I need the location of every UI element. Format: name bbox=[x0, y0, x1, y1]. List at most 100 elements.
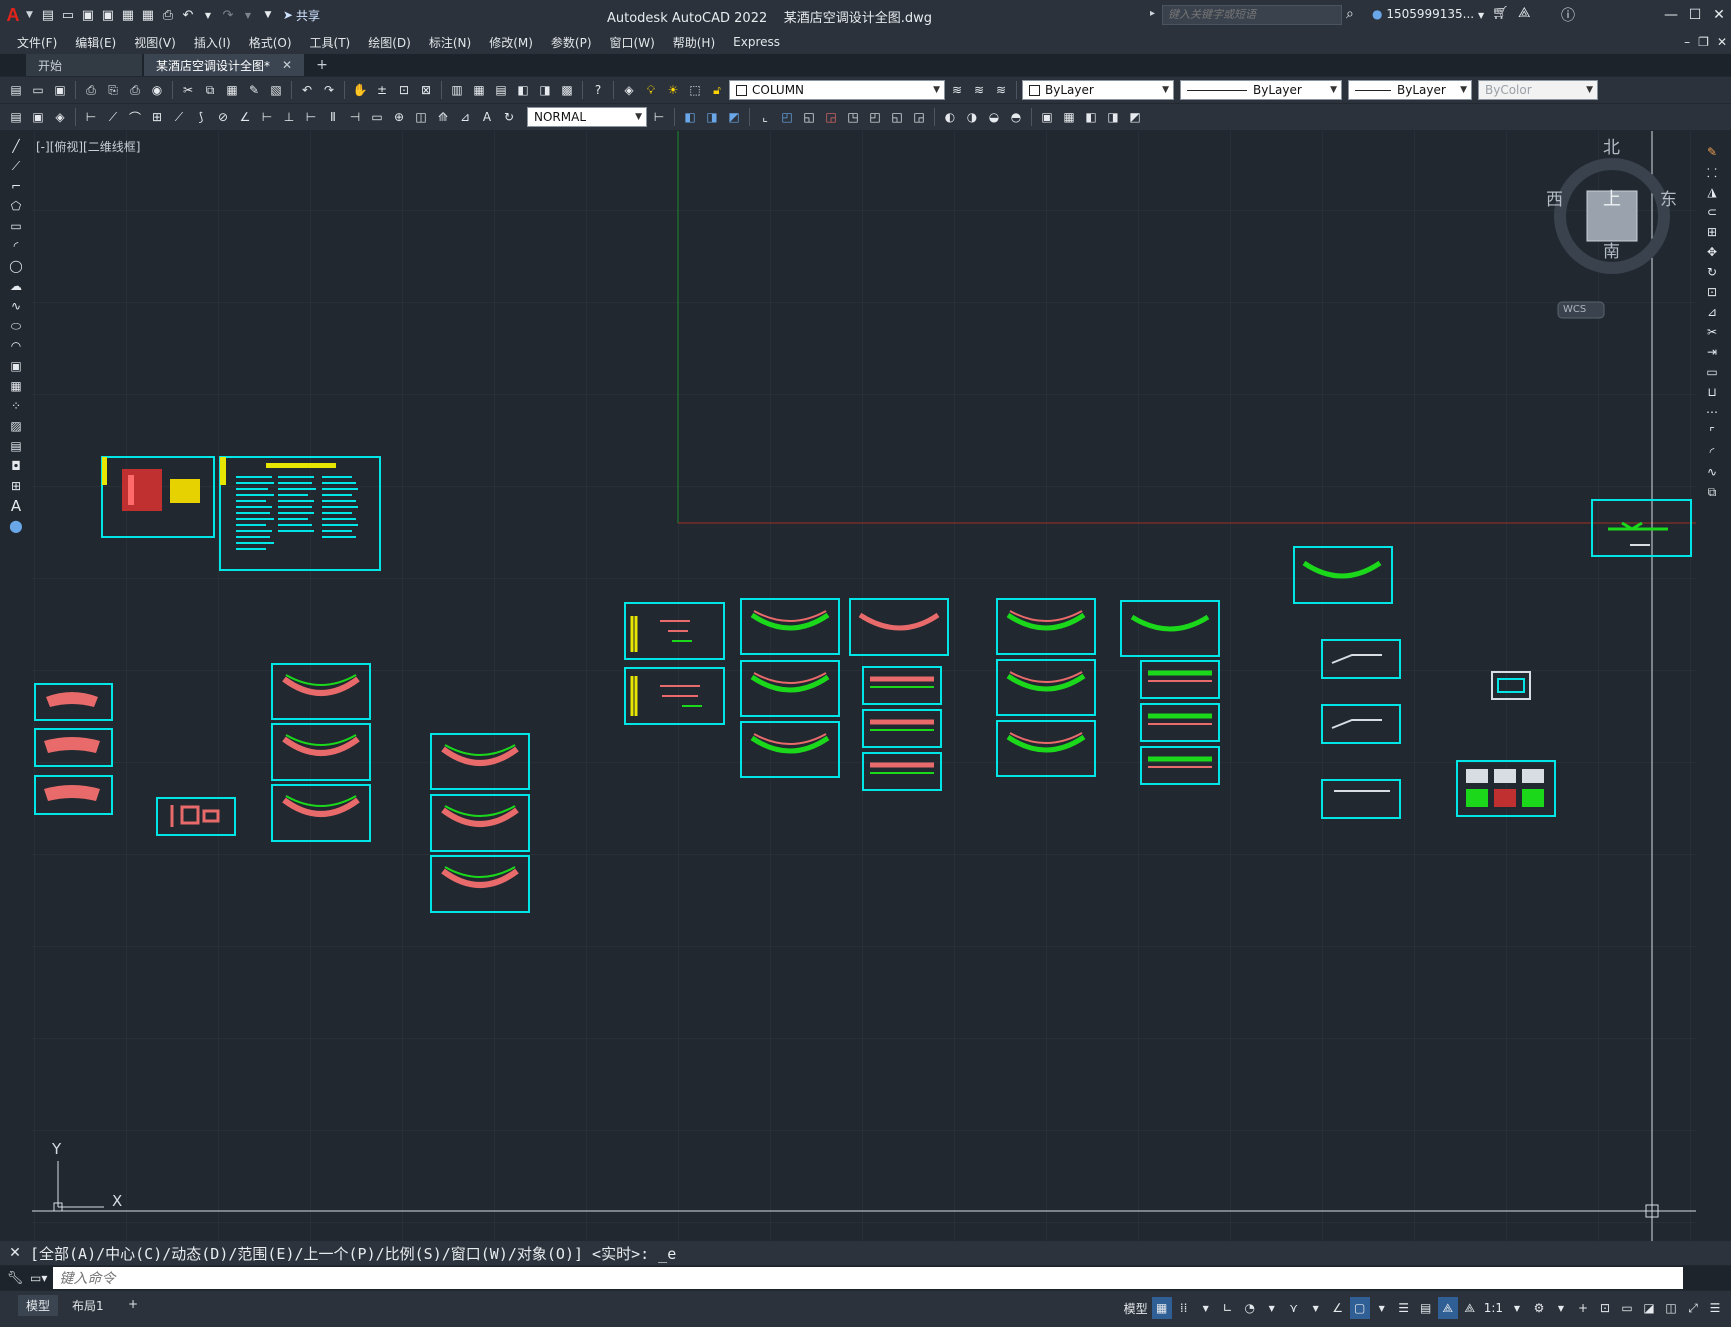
add-layout-icon[interactable]: + bbox=[120, 1295, 146, 1313]
doc-minimize-icon[interactable]: – bbox=[1684, 35, 1690, 49]
jogged-linear-icon[interactable]: ⟰ bbox=[433, 107, 453, 127]
break-at-point-icon[interactable]: ▭ bbox=[1706, 362, 1717, 382]
pan-icon[interactable]: ✋ bbox=[350, 80, 370, 100]
tab-drawing[interactable]: 某酒店空调设计全图* ✕ bbox=[144, 54, 305, 76]
radius-icon[interactable]: ⟋ bbox=[169, 107, 189, 127]
inspection-icon[interactable]: ◫ bbox=[411, 107, 431, 127]
spline-icon[interactable]: ∿ bbox=[11, 296, 21, 316]
viewcube-north[interactable]: 北 bbox=[1603, 133, 1620, 158]
menu-help[interactable]: 帮助(H) bbox=[673, 34, 715, 51]
autodesk-app-icon[interactable]: ⟁ bbox=[1518, 5, 1531, 21]
polar-dropdown-icon[interactable]: ▼ bbox=[1262, 1297, 1282, 1319]
lineweight-dropdown[interactable]: ByLayer ▼ bbox=[1348, 80, 1472, 100]
minimize-icon[interactable]: — bbox=[1659, 0, 1683, 30]
open-icon[interactable]: ▭ bbox=[59, 6, 77, 24]
match-properties-icon[interactable]: ✎ bbox=[244, 80, 264, 100]
add-selected-icon[interactable]: ⬤ bbox=[9, 516, 22, 536]
workspace-icon[interactable]: ▤ bbox=[6, 107, 26, 127]
workspace-dropdown-icon[interactable]: ▼ bbox=[1551, 1297, 1571, 1319]
explode-icon[interactable]: ⧉ bbox=[1708, 482, 1717, 502]
markup-icon[interactable]: ◨ bbox=[535, 80, 555, 100]
autocad-logo-icon[interactable]: A bbox=[0, 0, 26, 30]
baseline-icon[interactable]: ⊥ bbox=[279, 107, 299, 127]
rotate-icon[interactable]: ↻ bbox=[1707, 262, 1717, 282]
jogged-icon[interactable]: ⟆ bbox=[191, 107, 211, 127]
search-arrow-icon[interactable]: ▸ bbox=[1150, 8, 1155, 19]
properties-icon[interactable]: ▥ bbox=[447, 80, 467, 100]
rectangle-icon[interactable]: ▭ bbox=[10, 216, 21, 236]
hardware-accel-icon[interactable]: ◪ bbox=[1639, 1297, 1659, 1319]
break-icon[interactable]: ⊔ bbox=[1707, 382, 1716, 402]
viewport-controls[interactable]: [-][俯视][二维线框] bbox=[36, 138, 140, 155]
layer-properties-icon[interactable]: ◈ bbox=[619, 80, 639, 100]
ucs-world-icon[interactable]: ◰ bbox=[777, 107, 797, 127]
quick-properties-icon[interactable]: ▭ bbox=[1617, 1297, 1637, 1319]
zoom-window-icon[interactable]: ⊡ bbox=[394, 80, 414, 100]
polyline-icon[interactable]: ⌐ bbox=[11, 176, 21, 196]
tab-model[interactable]: 模型 bbox=[18, 1295, 59, 1316]
polar-icon[interactable]: ◔ bbox=[1240, 1297, 1260, 1319]
tab-start[interactable]: 开始 bbox=[26, 54, 142, 76]
layer-state-icon[interactable]: ≋ bbox=[991, 80, 1011, 100]
new-icon[interactable]: ▤ bbox=[39, 6, 57, 24]
save-as-icon[interactable]: ▣ bbox=[99, 6, 117, 24]
ucs-origin-icon[interactable]: ◱ bbox=[887, 107, 907, 127]
cut-icon[interactable]: ✂ bbox=[178, 80, 198, 100]
model-space-toggle[interactable]: 模型 bbox=[1122, 1297, 1150, 1319]
ellipse-icon[interactable]: ⬭ bbox=[11, 316, 21, 336]
redo-tool-icon[interactable]: ↷ bbox=[319, 80, 339, 100]
zoom-previous-icon[interactable]: ⊠ bbox=[416, 80, 436, 100]
image-attach-icon[interactable]: ◩ bbox=[1125, 107, 1145, 127]
quickcalc-icon[interactable]: ▩ bbox=[557, 80, 577, 100]
design-center-icon[interactable]: ▦ bbox=[469, 80, 489, 100]
maximize-icon[interactable]: ☐ bbox=[1683, 0, 1707, 30]
plotstyle-dropdown[interactable]: ByColor ▼ bbox=[1478, 80, 1598, 100]
circle-icon[interactable]: ◯ bbox=[9, 256, 22, 276]
user-account[interactable]: ● 1505999135... ▼ bbox=[1372, 7, 1484, 21]
menu-format[interactable]: 格式(O) bbox=[249, 34, 292, 51]
menu-modify[interactable]: 修改(M) bbox=[489, 34, 533, 51]
viewcube-east[interactable]: 东 bbox=[1660, 185, 1677, 210]
ucs-view-icon[interactable]: ◰ bbox=[865, 107, 885, 127]
wcs-menu[interactable]: WCS bbox=[1563, 304, 1586, 315]
trim-icon[interactable]: ✂ bbox=[1707, 322, 1717, 342]
center-mark-icon[interactable]: ⊕ bbox=[389, 107, 409, 127]
arc-icon[interactable]: ◜ bbox=[14, 236, 19, 256]
join-icon[interactable]: ⋯ bbox=[1706, 402, 1718, 422]
close-icon[interactable]: ✕ bbox=[1707, 0, 1731, 30]
sheet-set-icon[interactable]: ◧ bbox=[513, 80, 533, 100]
workspace-switch-icon[interactable]: ⚙ bbox=[1529, 1297, 1549, 1319]
offset-icon[interactable]: ⊂ bbox=[1707, 202, 1717, 222]
menu-edit[interactable]: 编辑(E) bbox=[75, 34, 116, 51]
erase-icon[interactable]: ✎ bbox=[1707, 142, 1717, 162]
annotation-monitor-icon[interactable]: + bbox=[1573, 1297, 1593, 1319]
drawing-canvas[interactable]: 北 南 西 东 上 WCS Y X bbox=[32, 131, 1696, 1241]
quick-dimension-icon[interactable]: ⊢ bbox=[257, 107, 277, 127]
layer-previous-icon[interactable]: ≋ bbox=[969, 80, 989, 100]
ucs-zaxis-icon[interactable]: ◲ bbox=[909, 107, 929, 127]
view-back-icon[interactable]: ◨ bbox=[702, 107, 722, 127]
lineweight-display-icon[interactable]: ☰ bbox=[1394, 1297, 1414, 1319]
dimension-break-icon[interactable]: ⊣ bbox=[345, 107, 365, 127]
mirror-icon[interactable]: ◮ bbox=[1707, 182, 1716, 202]
dimstyle-dropdown[interactable]: NORMAL ▼ bbox=[527, 107, 647, 127]
diameter-icon[interactable]: ⊘ bbox=[213, 107, 233, 127]
save-to-web-icon[interactable]: ▦ bbox=[139, 6, 157, 24]
command-prompt-icon[interactable]: ▭▾ bbox=[30, 1271, 47, 1285]
grid-icon[interactable]: ▦ bbox=[1151, 1297, 1172, 1319]
3d-print-icon[interactable]: ◉ bbox=[147, 80, 167, 100]
doc-close-icon[interactable]: ✕ bbox=[1717, 35, 1727, 49]
layer-lock-icon[interactable]: 🔓︎ bbox=[707, 80, 727, 100]
region-icon[interactable]: ◘ bbox=[11, 456, 21, 476]
tab-close-icon[interactable]: ✕ bbox=[282, 58, 292, 72]
snap-icon[interactable]: ⁞⁞ bbox=[1174, 1297, 1194, 1319]
revision-cloud-icon[interactable]: ☁︎ bbox=[10, 276, 22, 296]
menu-tools[interactable]: 工具(T) bbox=[310, 34, 351, 51]
clean-screen-icon[interactable]: ⤢ bbox=[1683, 1297, 1703, 1319]
ucs-previous-icon[interactable]: ◱ bbox=[799, 107, 819, 127]
fillet-icon[interactable]: ◜ bbox=[1710, 442, 1715, 462]
make-current-layer-icon[interactable]: ≋ bbox=[947, 80, 967, 100]
color-dropdown[interactable]: ByLayer ▼ bbox=[1022, 80, 1174, 100]
auto-scale-icon[interactable]: ⟁ bbox=[1460, 1297, 1480, 1319]
line-icon[interactable]: ╱ bbox=[12, 136, 19, 156]
